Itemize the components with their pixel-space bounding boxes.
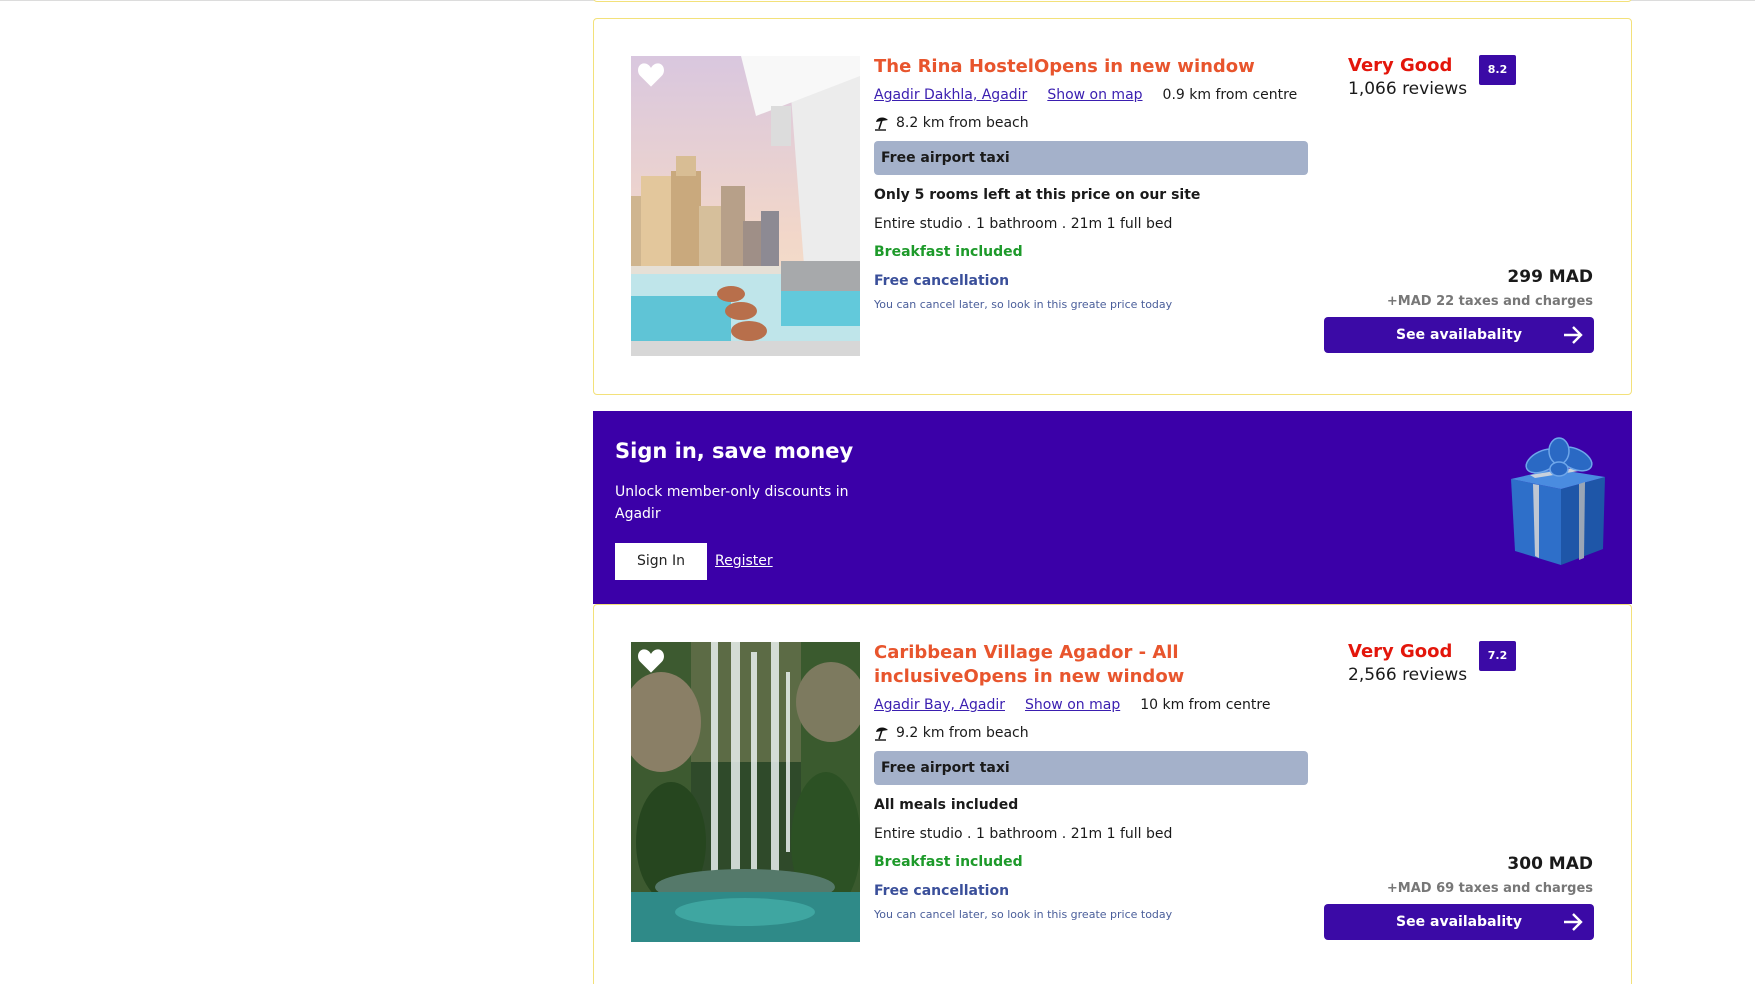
review-count: 2,566 reviews xyxy=(1348,665,1468,685)
listing-card: The Rina HostelOpens in new window Agadi… xyxy=(593,18,1632,395)
listing-card: Caribbean Village Agador - All inclusive… xyxy=(593,604,1632,984)
show-on-map-link[interactable]: Show on map xyxy=(1047,87,1142,103)
listing-photo[interactable] xyxy=(631,642,860,942)
waterfall-image xyxy=(631,642,860,942)
banner-text: Unlock member-only discounts in Agadir xyxy=(615,484,849,522)
location-row: Agadir Bay, Agadir Show on map 10 km from … xyxy=(874,695,1324,715)
listing-photo[interactable] xyxy=(631,56,860,356)
show-on-map-link[interactable]: Show on map xyxy=(1025,697,1120,713)
review-count: 1,066 reviews xyxy=(1348,79,1468,99)
see-availability-label: See availabality xyxy=(1396,327,1522,343)
see-availability-button[interactable]: See availabality xyxy=(1324,904,1594,940)
breakfast-label: Breakfast included xyxy=(874,854,1023,870)
room-details: Entire studio . 1 bathroom . 21m 1 full … xyxy=(874,826,1173,842)
taxes-note: +MAD 69 taxes and charges xyxy=(1386,881,1593,896)
price-block: 300 MAD +MAD 69 taxes and charges xyxy=(1303,853,1593,898)
distance-centre: 10 km from centre xyxy=(1140,697,1271,713)
beach-umbrella-icon xyxy=(875,727,888,741)
see-availability-button[interactable]: See availabality xyxy=(1324,317,1594,353)
area-link[interactable]: Agadir Bay, Agadir xyxy=(874,697,1005,713)
beach-distance: 9.2 km from beach xyxy=(896,725,1029,741)
price: 299 MAD xyxy=(1507,267,1593,287)
beach-distance-row: 8.2 km from beach xyxy=(874,113,1314,133)
sign-in-banner: Sign in, save money Unlock member-only d… xyxy=(593,411,1632,604)
airport-taxi-badge: Free airport taxi xyxy=(874,751,1308,785)
rating-block: Very Good 1,066 reviews 8.2 xyxy=(1348,55,1588,101)
arrow-right-icon xyxy=(1564,326,1583,344)
register-link[interactable]: Register xyxy=(715,551,773,571)
previous-listing-card xyxy=(593,0,1632,2)
free-cancellation-label: Free cancellation xyxy=(874,883,1010,899)
beach-umbrella-icon xyxy=(875,117,888,131)
rating-block: Very Good 2,566 reviews 7.2 xyxy=(1348,641,1588,687)
location-row: Agadir Dakhla, Agadir Show on map 0.9 km f… xyxy=(874,85,1314,105)
rating-word: Very Good xyxy=(1348,641,1453,662)
heart-icon[interactable] xyxy=(637,62,665,88)
availability-highlight: Only 5 rooms left at this price on our s… xyxy=(874,187,1201,203)
arrow-right-icon xyxy=(1564,913,1583,931)
hotel-title[interactable]: The Rina HostelOpens in new window xyxy=(874,55,1314,79)
breakfast-label: Breakfast included xyxy=(874,244,1023,260)
hotel-title[interactable]: Caribbean Village Agador - All inclusive… xyxy=(874,641,1324,689)
meals-highlight: All meals included xyxy=(874,797,1019,813)
score-badge: 7.2 xyxy=(1479,641,1516,671)
area-link[interactable]: Agadir Dakhla, Agadir xyxy=(874,87,1027,103)
cancellation-note: You can cancel later, so look in this gr… xyxy=(874,908,1173,921)
taxes-note: +MAD 22 taxes and charges xyxy=(1386,294,1593,309)
gift-icon xyxy=(1511,437,1605,565)
free-cancellation-label: Free cancellation xyxy=(874,273,1010,289)
airport-taxi-badge: Free airport taxi xyxy=(874,141,1308,175)
price-block: 299 MAD +MAD 22 taxes and charges xyxy=(1303,266,1593,311)
hotel-pool-image xyxy=(631,56,860,356)
rating-word: Very Good xyxy=(1348,55,1453,76)
cancellation-note: You can cancel later, so look in this gr… xyxy=(874,298,1173,311)
see-availability-label: See availabality xyxy=(1396,914,1522,930)
beach-distance: 8.2 km from beach xyxy=(896,115,1029,131)
distance-centre: 0.9 km from centre xyxy=(1162,87,1298,103)
score-badge: 8.2 xyxy=(1479,55,1516,85)
listing-info: The Rina HostelOpens in new window Agadi… xyxy=(874,55,1314,313)
price: 300 MAD xyxy=(1507,854,1593,874)
beach-distance-row: 9.2 km from beach xyxy=(874,723,1324,743)
banner-title: Sign in, save money xyxy=(615,439,854,463)
listing-info: Caribbean Village Agador - All inclusive… xyxy=(874,641,1324,923)
room-details: Entire studio . 1 bathroom . 21m 1 full … xyxy=(874,216,1173,232)
sign-in-button[interactable]: Sign In xyxy=(615,543,707,580)
heart-icon[interactable] xyxy=(637,648,665,674)
